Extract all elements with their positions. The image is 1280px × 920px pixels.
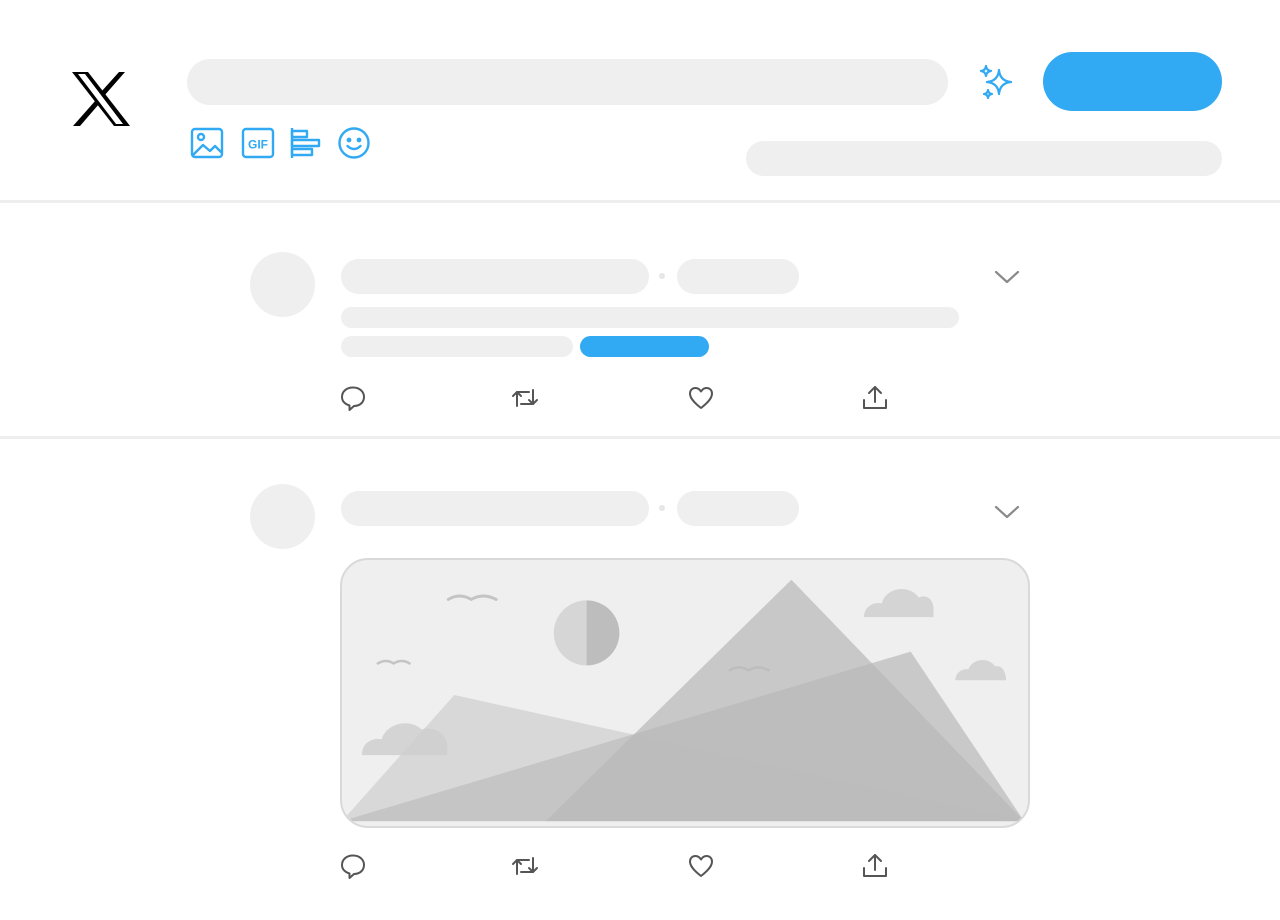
emoji-icon[interactable] <box>337 126 371 160</box>
like-icon[interactable] <box>687 852 715 880</box>
avatar[interactable] <box>250 484 315 549</box>
separator-dot <box>659 505 665 511</box>
chevron-down-icon[interactable] <box>993 503 1021 521</box>
image-icon[interactable] <box>190 126 224 160</box>
post-time-placeholder <box>677 491 799 526</box>
author-name-placeholder[interactable] <box>341 259 649 294</box>
divider <box>0 200 1280 203</box>
landscape-placeholder-icon <box>342 579 1025 822</box>
gif-label: GIF <box>248 138 268 152</box>
x-logo-icon[interactable] <box>70 70 132 128</box>
reply-icon[interactable] <box>339 384 367 412</box>
reply-icon[interactable] <box>339 852 367 880</box>
post-button[interactable] <box>1043 52 1222 111</box>
like-icon[interactable] <box>687 384 715 412</box>
repost-icon[interactable] <box>511 852 539 880</box>
gif-icon[interactable]: GIF <box>241 126 275 160</box>
post-text-line-2 <box>341 336 573 357</box>
share-icon[interactable] <box>861 384 889 412</box>
compose-status-placeholder <box>746 141 1222 176</box>
post-link-placeholder[interactable] <box>580 336 709 357</box>
chevron-down-icon[interactable] <box>993 268 1021 286</box>
compose-input[interactable] <box>187 59 948 105</box>
avatar[interactable] <box>250 252 315 317</box>
divider <box>0 436 1280 439</box>
separator-dot <box>659 273 665 279</box>
repost-icon[interactable] <box>511 384 539 412</box>
post-media-image[interactable] <box>340 558 1030 828</box>
author-name-placeholder[interactable] <box>341 491 649 526</box>
share-icon[interactable] <box>861 852 889 880</box>
poll-icon[interactable] <box>289 126 323 160</box>
sparkle-icon[interactable] <box>978 64 1016 100</box>
post-time-placeholder <box>677 259 799 294</box>
post-text-line-1 <box>341 307 959 328</box>
